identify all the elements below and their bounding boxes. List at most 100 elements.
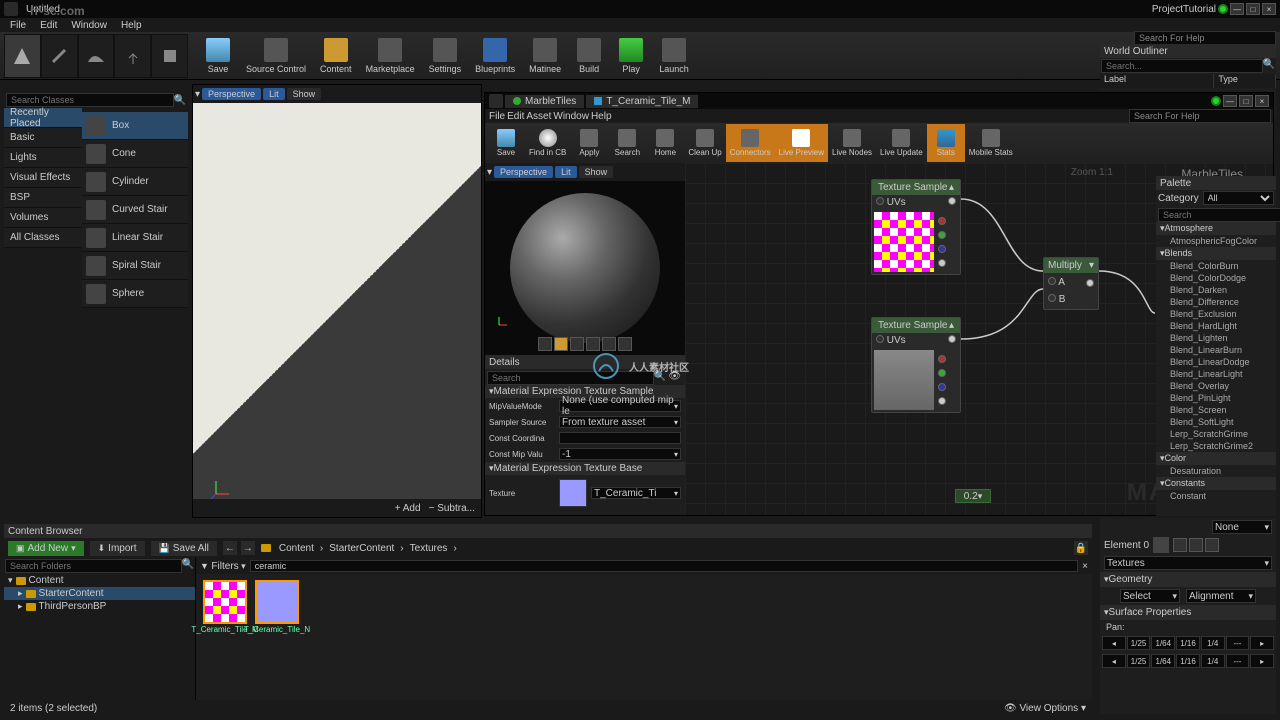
settings-button[interactable]: Settings [423,34,468,78]
palette-item[interactable]: Blend_ColorBurn [1156,260,1276,272]
mat-tab-marbletiles[interactable]: MarbleTiles [505,95,584,108]
viewport-menu-icon[interactable]: ▾ [195,89,200,100]
sampler-dropdown[interactable]: From texture asset▾ [559,416,681,428]
out-pin-r[interactable] [938,355,946,363]
pan-cell[interactable]: 1/64 [1151,636,1175,650]
out-pin[interactable] [1086,279,1094,287]
palette-search-input[interactable] [1158,208,1280,222]
preview-sphere-button[interactable] [554,337,568,351]
show-button[interactable]: Show [287,88,322,100]
mat-findincb-button[interactable]: Find in CB [525,124,570,162]
content-browser-tab[interactable]: Content Browser [8,526,82,537]
mat-livenodes-button[interactable]: Live Nodes [828,124,876,162]
in-pin[interactable] [876,197,884,205]
mipmode-dropdown[interactable]: None (use computed mip le▾ [559,400,681,412]
node-texture-sample-1[interactable]: Texture Sample▴ UVs [871,179,961,275]
tree-search-input[interactable] [5,559,182,573]
palette-item[interactable]: Blend_Difference [1156,296,1276,308]
add-new-button[interactable]: ▣ Add New ▾ [8,541,84,556]
shape-spiral-stair[interactable]: Spiral Stair [82,252,188,280]
mat-menu-help[interactable]: Help [591,111,612,122]
mat-menu-file[interactable]: File [489,111,505,122]
mat-tab-ceramic[interactable]: T_Ceramic_Tile_M [586,95,698,108]
in-pin-a[interactable] [1048,277,1056,285]
mode-paint-tab[interactable] [41,34,78,78]
coord-input[interactable] [559,432,681,444]
palette-item[interactable]: Blend_Screen [1156,404,1276,416]
node-texture-sample-2[interactable]: Texture Sample▴ UVs [871,317,961,413]
pan-arrow-right[interactable]: ▸ [1250,636,1274,650]
palette-section[interactable]: ▾Constants [1156,477,1276,490]
pan-arrow-left[interactable]: ◂ [1102,636,1126,650]
clear-filter-button[interactable]: × [1082,561,1088,572]
collapse-icon[interactable]: ▴ [949,320,954,331]
palette-item[interactable]: Blend_Overlay [1156,380,1276,392]
shape-box[interactable]: Box [82,112,188,140]
node-constant[interactable]: 0.2 ▾ [955,489,991,503]
preview-plane-button[interactable] [570,337,584,351]
pan-cell[interactable]: 1/4 [1201,636,1225,650]
palette-item[interactable]: Lerp_ScratchGrime [1156,428,1276,440]
pan-cell[interactable]: 1/16 [1176,654,1200,668]
menu-file[interactable]: File [4,20,32,31]
alignment-dropdown[interactable]: Alignment▾ [1186,589,1256,603]
out-pin-g[interactable] [938,369,946,377]
play-button[interactable]: Play [611,34,651,78]
breadcrumb-item[interactable]: Textures [408,543,450,554]
matinee-button[interactable]: Matinee [523,34,567,78]
cat-lights[interactable]: Lights [4,148,82,168]
out-pin-rgb[interactable] [948,335,956,343]
pan-cell[interactable]: --- [1226,636,1250,650]
cat-visual-effects[interactable]: Visual Effects [4,168,82,188]
mat-home-button[interactable]: Home [646,124,684,162]
mat-menu-window[interactable]: Window [553,111,589,122]
search-classes-input[interactable] [6,93,174,107]
material-thumb[interactable] [1153,537,1169,553]
mat-livepreview-button[interactable]: Live Preview [775,124,828,162]
mat-cleanup-button[interactable]: Clean Up [684,124,725,162]
tree-item-starter[interactable]: ▸ StarterContent [4,587,195,600]
preview-perspective-button[interactable]: Perspective [494,166,553,178]
tree-item-bp[interactable]: ▸ ThirdPersonBP [4,600,195,613]
out-pin-b[interactable] [938,383,946,391]
palette-section[interactable]: ▾Atmosphere [1156,222,1276,235]
palette-item[interactable]: Blend_LinearDodge [1156,356,1276,368]
pan-cell[interactable]: 1/25 [1127,636,1151,650]
mat-menu-edit[interactable]: Edit [507,111,524,122]
eye-icon[interactable]: 👁 [666,371,683,383]
select-dropdown[interactable]: Select▾ [1120,589,1180,603]
marketplace-button[interactable]: Marketplace [360,34,421,78]
category-dropdown[interactable]: All [1203,191,1274,205]
outliner-search-input[interactable] [1101,59,1263,73]
browse-button[interactable] [1189,538,1203,552]
vp-add-button[interactable]: + Add [395,503,421,514]
mat-connectors-button[interactable]: Connectors [726,124,775,162]
node-multiply[interactable]: Multiply▾ A B [1043,257,1099,310]
texture-dropdown[interactable]: T_Ceramic_Ti▾ [591,487,681,499]
use-selected-button[interactable] [1173,538,1187,552]
world-outliner-tab[interactable]: World Outliner [1104,46,1168,57]
preview-menu-icon[interactable]: ▾ [487,167,492,178]
mat-mobilestats-button[interactable]: Mobile Stats [965,124,1017,162]
preview-cylinder-button[interactable] [538,337,552,351]
cat-basic[interactable]: Basic [4,128,82,148]
details-tab[interactable]: Details [489,357,520,368]
close-button[interactable]: × [1262,3,1276,15]
preview-cube-button[interactable] [586,337,600,351]
content-button[interactable]: Content [314,34,358,78]
build-button[interactable]: Build [569,34,609,78]
palette-item[interactable]: Blend_SoftLight [1156,416,1276,428]
pan-cell[interactable]: 1/64 [1151,654,1175,668]
mat-help-search-input[interactable]: Search For Help [1129,109,1271,123]
out-pin-b[interactable] [938,245,946,253]
menu-window[interactable]: Window [65,20,113,31]
reset-button[interactable] [1205,538,1219,552]
menu-help[interactable]: Help [115,20,148,31]
mat-menu-asset[interactable]: Asset [526,111,551,122]
launch-button[interactable]: Launch [653,34,695,78]
palette-item[interactable]: Desaturation [1156,465,1276,477]
mat-save-button[interactable]: Save [487,124,525,162]
in-pin[interactable] [876,335,884,343]
mode-place-tab[interactable] [4,34,41,78]
pan-cell[interactable]: 1/16 [1176,636,1200,650]
